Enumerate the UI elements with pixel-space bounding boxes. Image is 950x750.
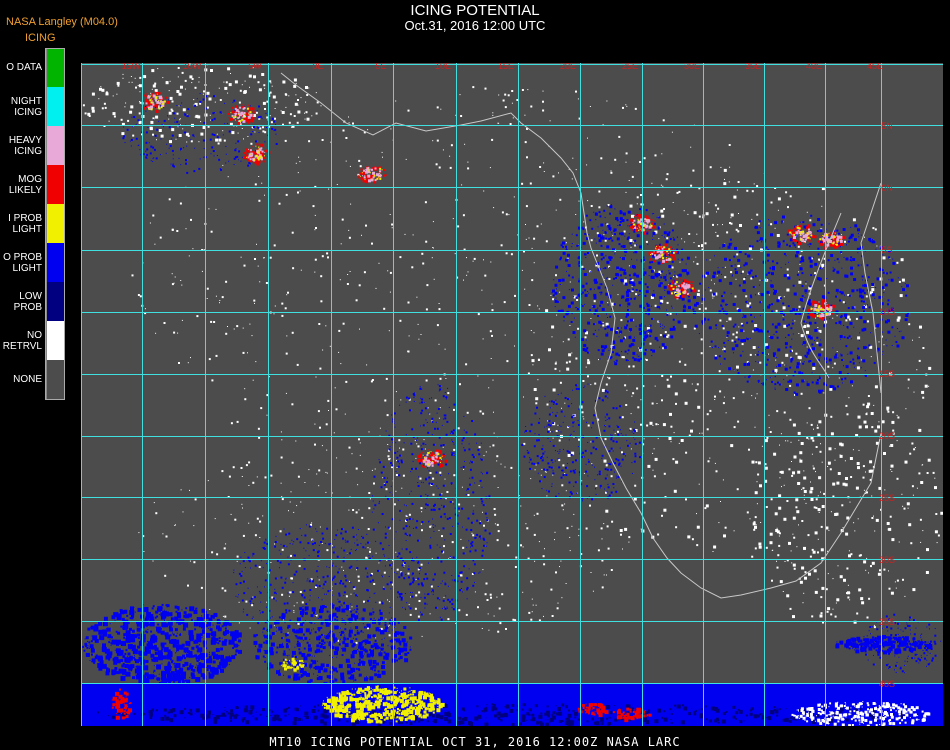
latitude-label: 40S <box>879 679 895 689</box>
legend-swatch <box>46 360 65 399</box>
icing-map: 15W 10W 5W 0E 5E 10E 15E 20E 25E 30E 35E 40E 45E 5N 0N… <box>81 63 943 726</box>
no-retrieval-area <box>82 63 322 145</box>
legend-swatch <box>46 48 65 87</box>
light-icing-area <box>521 383 641 502</box>
no-retrieval-area <box>138 444 631 644</box>
legend-item-label: NONE <box>13 374 42 385</box>
latitude-label: 0N <box>881 183 893 193</box>
light-icing-area <box>835 635 933 655</box>
longitude-label: 5W <box>248 63 262 71</box>
legend-item: NIGHT ICING <box>0 87 66 126</box>
no-retrieval-area <box>131 86 826 480</box>
no-retrieval-area <box>746 397 943 629</box>
latitude-label: 30S <box>879 555 895 565</box>
lat-lon-grid <box>81 63 943 726</box>
longitude-label: 0E <box>312 63 323 71</box>
longitude-label: 15W <box>122 63 141 71</box>
longitude-label: 30E <box>684 63 700 71</box>
longitude-label: 15E <box>498 63 514 71</box>
longitude-label: 35E <box>745 63 761 71</box>
legend-swatch <box>46 282 65 321</box>
light-icing-area <box>233 524 410 645</box>
longitude-label: 40E <box>806 63 822 71</box>
legend-item: O DATA <box>0 48 66 87</box>
legend-swatch <box>46 204 65 243</box>
longitude-label: 5E <box>375 63 386 71</box>
latitude-label: 25S <box>879 493 895 503</box>
latitude-label: 20S <box>879 431 895 441</box>
latitude-label: 35S <box>879 617 895 627</box>
legend-item-label: I PROB LIGHT <box>8 212 42 235</box>
light-icing-area <box>82 603 242 687</box>
legend-item-label: MOG LIKELY <box>8 173 42 196</box>
map-canvas: 15W 10W 5W 0E 5E 10E 15E 20E 25E 30E 35E 40E 45E 5N 0N… <box>81 63 943 726</box>
legend-item-label: HEAVY ICING <box>8 134 42 157</box>
light-icing-area <box>253 604 413 686</box>
longitude-label: 20E <box>560 63 576 71</box>
latitude-label: 5N <box>881 121 893 131</box>
legend-item: MOG LIKELY <box>0 165 66 204</box>
light-icing-area <box>692 214 910 396</box>
source-label: NASA Langley (M04.0) <box>6 16 118 28</box>
legend-item-label: O DATA <box>6 62 42 73</box>
legend-item-label: O PROB LIGHT <box>3 251 42 274</box>
legend-title: ICING <box>25 32 56 44</box>
legend-item-label: NO RETRVL <box>2 329 42 352</box>
light-icing-area <box>551 204 694 366</box>
map-title: ICING POTENTIAL <box>410 2 540 19</box>
footer-caption: MT10 ICING POTENTIAL OCT 31, 2016 12:00Z… <box>269 735 681 749</box>
legend-item: NO RETRVL <box>0 321 66 360</box>
longitude-label: 25E <box>622 63 638 71</box>
longitude-label: 45E <box>867 63 883 71</box>
legend-item: LOW PROB <box>0 282 66 321</box>
legend-swatch <box>46 165 65 204</box>
legend-swatch <box>46 126 65 165</box>
legend-item: O PROB LIGHT <box>0 243 66 282</box>
latitude-label: 10S <box>879 307 895 317</box>
legend-item: NONE <box>0 360 66 399</box>
legend-swatch <box>46 321 65 360</box>
longitude-label: 10E <box>435 63 451 71</box>
moderate-icing-cell <box>243 143 271 166</box>
legend-swatch <box>46 87 65 126</box>
legend-item: I PROB LIGHT <box>0 204 66 243</box>
legend-item-label: NIGHT ICING <box>10 95 42 118</box>
latitude-label: 15S <box>879 369 895 379</box>
legend-item-label: LOW PROB <box>13 290 42 313</box>
latitude-label: 5S <box>881 245 892 255</box>
longitude-label: 10W <box>183 63 202 71</box>
legend-swatch <box>46 243 65 282</box>
legend-item: HEAVY ICING <box>0 126 66 165</box>
map-datetime: Oct.31, 2016 12:00 UTC <box>404 18 546 33</box>
